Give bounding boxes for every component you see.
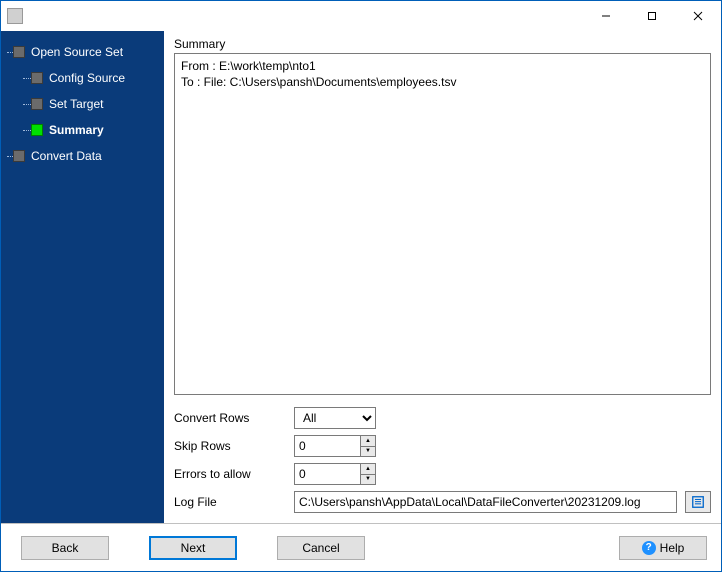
step-node-icon bbox=[31, 72, 43, 84]
next-button[interactable]: Next bbox=[149, 536, 237, 560]
errors-allow-up[interactable]: ▲ bbox=[361, 464, 375, 475]
cancel-button[interactable]: Cancel bbox=[277, 536, 365, 560]
wizard-step-open-source-set[interactable]: Open Source Set bbox=[1, 39, 164, 65]
skip-rows-input[interactable] bbox=[294, 435, 360, 457]
minimize-button[interactable] bbox=[583, 1, 629, 31]
app-icon bbox=[7, 8, 23, 24]
log-file-label: Log File bbox=[174, 495, 294, 509]
summary-textarea[interactable]: From : E:\work\temp\nto1 To : File: C:\U… bbox=[174, 53, 711, 395]
step-label: Config Source bbox=[49, 71, 125, 85]
help-icon: ? bbox=[642, 541, 656, 555]
step-node-icon bbox=[31, 98, 43, 110]
errors-allow-label: Errors to allow bbox=[174, 467, 294, 481]
maximize-button[interactable] bbox=[629, 1, 675, 31]
step-node-icon bbox=[13, 46, 25, 58]
step-label: Set Target bbox=[49, 97, 103, 111]
section-label-summary: Summary bbox=[174, 37, 711, 51]
close-button[interactable] bbox=[675, 1, 721, 31]
skip-rows-up[interactable]: ▲ bbox=[361, 436, 375, 447]
log-file-browse-button[interactable] bbox=[685, 491, 711, 513]
errors-allow-spinner[interactable]: ▲ ▼ bbox=[294, 463, 376, 485]
wizard-step-sidebar: Open Source Set Config Source Set Target Su… bbox=[1, 31, 164, 523]
wizard-button-bar: Back Next Cancel ? Help bbox=[1, 523, 721, 571]
step-label: Convert Data bbox=[31, 149, 102, 163]
wizard-step-convert-data[interactable]: Convert Data bbox=[1, 143, 164, 169]
titlebar bbox=[1, 1, 721, 31]
wizard-step-set-target[interactable]: Set Target bbox=[1, 91, 164, 117]
skip-rows-label: Skip Rows bbox=[174, 439, 294, 453]
errors-allow-down[interactable]: ▼ bbox=[361, 475, 375, 485]
convert-rows-label: Convert Rows bbox=[174, 411, 294, 425]
wizard-step-summary[interactable]: Summary bbox=[1, 117, 164, 143]
step-label: Open Source Set bbox=[31, 45, 123, 59]
errors-allow-input[interactable] bbox=[294, 463, 360, 485]
log-file-input[interactable] bbox=[294, 491, 677, 513]
convert-rows-select[interactable]: All bbox=[294, 407, 376, 429]
step-node-icon bbox=[31, 124, 43, 136]
step-node-icon bbox=[13, 150, 25, 162]
skip-rows-down[interactable]: ▼ bbox=[361, 447, 375, 457]
back-button[interactable]: Back bbox=[21, 536, 109, 560]
step-label: Summary bbox=[49, 123, 104, 137]
wizard-step-config-source[interactable]: Config Source bbox=[1, 65, 164, 91]
skip-rows-spinner[interactable]: ▲ ▼ bbox=[294, 435, 376, 457]
help-button[interactable]: ? Help bbox=[619, 536, 707, 560]
